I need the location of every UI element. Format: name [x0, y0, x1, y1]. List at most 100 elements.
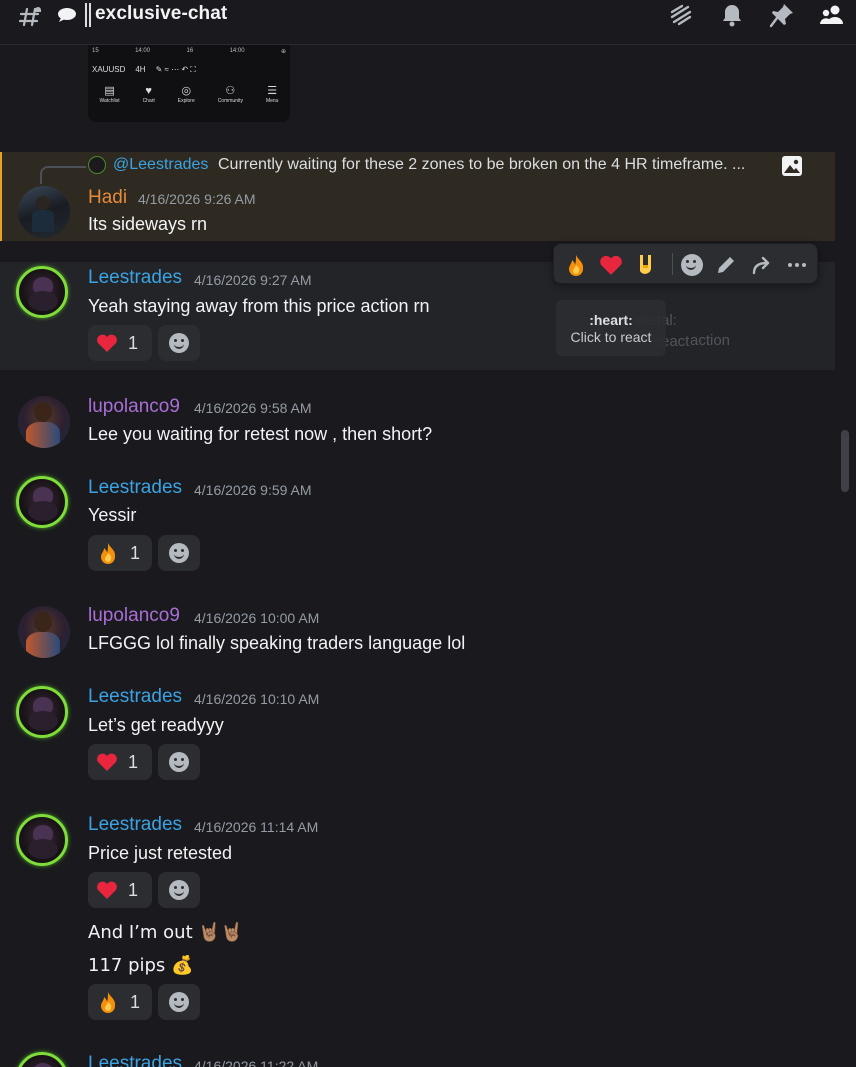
time-label: 14:00 [229, 48, 245, 54]
reaction-count: 1 [128, 332, 139, 353]
reply-author[interactable]: @Leestrades [113, 156, 208, 174]
add-reaction-button[interactable] [158, 984, 200, 1020]
time-label: 15 [92, 48, 99, 54]
chart-screenshot-attachment[interactable]: 15 14:00 16 14:00 ⊕ XAUUSD 4H ✎ ≈ ⋯ ↶ ⛶ … [88, 45, 290, 122]
reaction-fire[interactable]: 1 [88, 984, 152, 1020]
pin-icon[interactable] [769, 2, 795, 28]
add-reaction-button[interactable] [158, 744, 200, 780]
forward-arrow-icon [752, 256, 770, 275]
chart-time-labels: 15 14:00 16 14:00 ⊕ [92, 48, 286, 55]
reaction-count: 1 [128, 879, 139, 900]
bell-icon[interactable] [719, 2, 745, 28]
avatar[interactable] [16, 686, 68, 738]
toolbar-divider [672, 253, 673, 275]
avatar[interactable] [16, 1052, 68, 1067]
avatar[interactable] [18, 606, 70, 658]
symbol-label: XAUUSD [92, 65, 126, 74]
reply-preview[interactable]: Currently waiting for these 2 zones to b… [218, 156, 745, 174]
message-author[interactable]: lupolanco9 [88, 396, 180, 418]
message-text: Let’s get readyyy [88, 715, 224, 735]
quick-react-fire[interactable] [562, 251, 590, 279]
fire-icon [101, 543, 116, 564]
tab-community: ⚇ Community [217, 85, 243, 104]
tooltip-subtitle: Click to react [570, 329, 652, 345]
reaction-heart[interactable]: 1 [88, 744, 152, 780]
reaction-count: 1 [130, 542, 141, 563]
reaction-count: 1 [128, 751, 139, 772]
more-options-button[interactable] [783, 251, 811, 279]
members-icon[interactable] [819, 2, 845, 28]
threads-icon[interactable] [668, 2, 694, 28]
hash-thread-icon[interactable] [18, 5, 44, 31]
tooltip-title: :heart: [589, 312, 633, 328]
compass-icon: ◎ [181, 85, 192, 97]
avatar[interactable] [16, 814, 68, 866]
message-text: Its sideways rn [88, 214, 208, 234]
settings-icon: ⊕ [280, 49, 286, 55]
image-icon[interactable] [781, 155, 803, 177]
reaction-count: 1 [130, 991, 141, 1012]
fire-icon [101, 992, 116, 1013]
divider-bar [85, 3, 91, 27]
avatar[interactable] [18, 186, 70, 238]
message-actions-toolbar [553, 243, 818, 284]
smiley-icon [169, 752, 189, 772]
menu-icon: ☰ [267, 85, 278, 97]
avatar[interactable] [18, 396, 70, 448]
message-author[interactable]: Hadi [88, 187, 127, 209]
ghost-tooltip-action: action [690, 332, 731, 349]
channel-name: exclusive-chat [95, 3, 228, 24]
message-author[interactable]: Leestrades [88, 267, 182, 289]
draw-icon: ✎ ≈ ⋯ ↶ ⛶ [155, 65, 196, 74]
metal-hand-icon [640, 255, 651, 274]
tab-menu: ☰ Menu [265, 85, 279, 104]
quick-react-heart[interactable] [597, 251, 625, 279]
forward-button[interactable] [748, 251, 776, 279]
reaction-tooltip: :heart: Click to react [556, 300, 666, 356]
community-icon: ⚇ [225, 85, 236, 97]
quick-react-metal[interactable] [632, 251, 660, 279]
message-author[interactable]: Leestrades [88, 477, 182, 499]
pencil-icon [718, 257, 734, 273]
time-label: 16 [186, 48, 194, 54]
heart-icon [600, 255, 622, 275]
reaction-heart[interactable]: 1 [88, 872, 152, 908]
smiley-icon [169, 543, 189, 563]
smiley-icon [169, 992, 189, 1012]
add-reaction-button[interactable] [158, 535, 200, 571]
timeframe-label: 4H [135, 65, 146, 74]
message-author[interactable]: lupolanco9 [88, 605, 180, 627]
add-reaction-button[interactable] [678, 251, 706, 279]
heart-icon [97, 881, 117, 899]
tab-chart: ♥ Chart [142, 85, 155, 104]
avatar[interactable] [16, 266, 68, 318]
smiley-icon [169, 880, 189, 900]
edit-button[interactable] [712, 251, 740, 279]
chat-bubble-icon [58, 8, 76, 22]
avatar[interactable] [16, 476, 68, 528]
watchlist-icon: ▤ [104, 85, 115, 97]
message-text: Yeah staying away from this price action… [88, 296, 430, 316]
message-text: Price just retested [88, 843, 233, 863]
message-text: LFGGG lol finally speaking traders langu… [88, 633, 466, 653]
tab-explore: ◎ Explore [177, 85, 195, 104]
tab-watchlist: ▤ Watchlist [99, 85, 120, 104]
message-text: Yessir [88, 505, 137, 525]
smiley-icon [169, 333, 189, 353]
chart-tabs: ▤ Watchlist ♥ Chart ◎ Explore ⚇ Community ☰ M… [88, 85, 290, 104]
reaction-heart[interactable]: 1 [88, 325, 152, 361]
reaction-fire[interactable]: 1 [88, 535, 152, 571]
message-author[interactable]: Leestrades [88, 686, 182, 708]
ellipsis-icon [788, 263, 806, 267]
fire-icon [569, 255, 584, 276]
message-author[interactable]: Leestrades [88, 1053, 182, 1067]
message-author[interactable]: Leestrades [88, 814, 182, 836]
scrollbar-thumb[interactable] [841, 430, 849, 492]
heart-icon [97, 753, 117, 771]
reply-avatar[interactable] [88, 156, 106, 174]
add-reaction-button[interactable] [158, 872, 200, 908]
message-text: And I’m out 🤘🏽🤘🏽 [88, 922, 244, 943]
heart-icon [97, 334, 117, 352]
add-reaction-button[interactable] [158, 325, 200, 361]
message-timestamp: 4/16/2026 9:58 AM [194, 400, 312, 416]
